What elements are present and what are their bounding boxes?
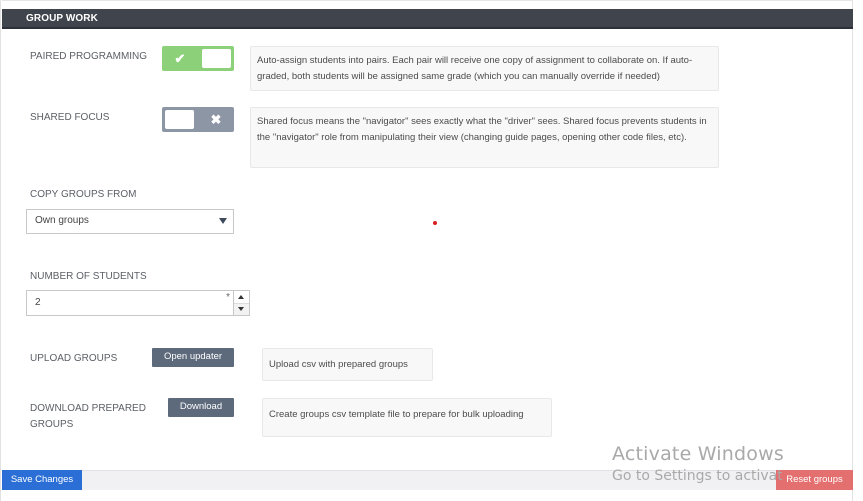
number-of-students-input[interactable]: 2 * bbox=[26, 290, 234, 316]
activation-watermark-title: Activate Windows bbox=[612, 443, 784, 465]
copy-groups-select[interactable]: Own groups bbox=[26, 209, 234, 234]
paired-programming-info: Auto-assign students into pairs. Each pa… bbox=[250, 46, 719, 91]
number-of-students-label: NUMBER OF STUDENTS bbox=[30, 271, 147, 282]
step-down-button[interactable] bbox=[234, 303, 249, 315]
paired-programming-label: PAIRED PROGRAMMING bbox=[30, 51, 148, 62]
settings-panel: GROUP WORK PAIRED PROGRAMMING ✔ Auto-ass… bbox=[0, 0, 853, 501]
step-up-button[interactable] bbox=[234, 291, 249, 303]
toggle-knob bbox=[202, 49, 231, 68]
paired-programming-toggle[interactable]: ✔ bbox=[162, 46, 234, 71]
activation-watermark-subtitle: Go to Settings to activate Windows. bbox=[612, 468, 782, 484]
download-button[interactable]: Download bbox=[168, 398, 234, 417]
download-groups-label-2: GROUPS bbox=[30, 419, 74, 430]
copy-groups-label: COPY GROUPS FROM bbox=[30, 189, 137, 200]
toggle-knob bbox=[165, 110, 194, 129]
open-updater-button[interactable]: Open updater bbox=[152, 348, 234, 367]
shared-focus-toggle[interactable]: ✖ bbox=[162, 107, 234, 132]
upload-groups-label: UPLOAD GROUPS bbox=[30, 353, 118, 364]
section-title: GROUP WORK bbox=[26, 13, 98, 24]
arrow-up-icon bbox=[238, 295, 244, 299]
arrow-down-icon bbox=[238, 307, 244, 311]
caret-down-icon bbox=[219, 218, 227, 224]
close-icon: ✖ bbox=[210, 112, 222, 127]
download-groups-info: Create groups csv template file to prepa… bbox=[262, 398, 552, 437]
top-divider bbox=[2, 0, 853, 2]
number-of-students-value: 2 bbox=[35, 297, 41, 308]
save-changes-button[interactable]: Save Changes bbox=[2, 470, 82, 490]
cursor-dot bbox=[433, 221, 437, 225]
upload-groups-info: Upload csv with prepared groups bbox=[262, 348, 433, 381]
shared-focus-label: SHARED FOCUS bbox=[30, 112, 110, 123]
download-groups-label: DOWNLOAD PREPARED bbox=[30, 403, 146, 414]
reset-groups-button[interactable]: Reset groups bbox=[776, 470, 853, 490]
check-icon: ✔ bbox=[174, 51, 186, 66]
copy-groups-selected-value: Own groups bbox=[35, 215, 89, 226]
section-header: GROUP WORK bbox=[2, 9, 853, 29]
shared-focus-info: Shared focus means the "navigator" sees … bbox=[250, 107, 719, 168]
number-stepper[interactable] bbox=[233, 290, 250, 316]
required-asterisk: * bbox=[226, 292, 230, 303]
